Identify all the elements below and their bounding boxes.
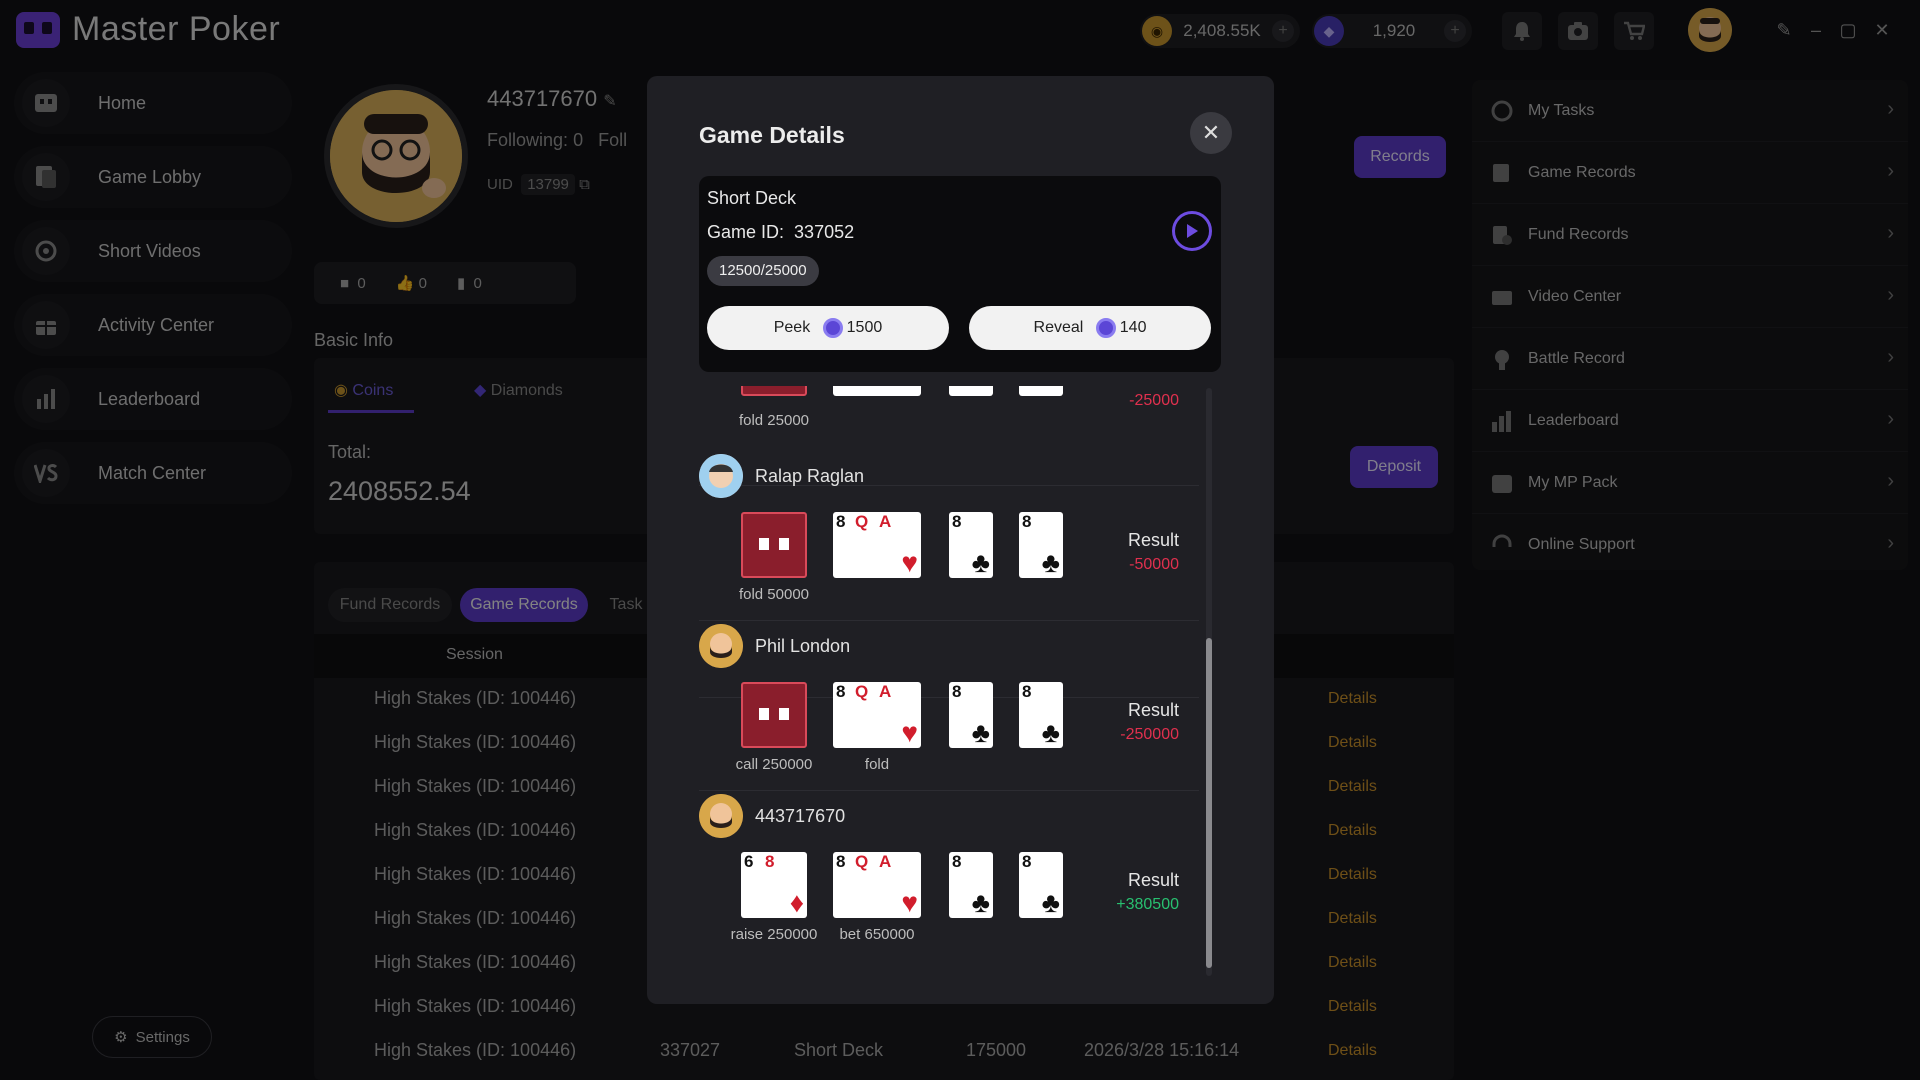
blinds-badge: 12500/25000 <box>707 256 819 286</box>
result-value: -250000 <box>1120 726 1179 743</box>
action-label: fold <box>864 756 890 773</box>
close-icon[interactable]: ✕ <box>1190 112 1232 154</box>
action-label: fold 50000 <box>738 586 810 603</box>
game-details-modal: Game Details ✕ Short Deck Game ID: 33705… <box>647 76 1274 1004</box>
result-label: Result <box>1127 700 1179 720</box>
card: 8 ♣ <box>949 512 993 578</box>
result-label: Result <box>1127 870 1179 890</box>
card <box>1019 386 1063 396</box>
board-cards <box>833 386 921 396</box>
result-value: -25000 <box>1129 392 1179 409</box>
game-type: Short Deck <box>707 188 797 208</box>
club-icon: ♣ <box>971 547 990 578</box>
heart-icon: ♥ <box>901 717 918 748</box>
card: 8 ♣ <box>949 682 993 748</box>
club-icon: ♣ <box>1041 887 1060 918</box>
player-row: Ralap Raglan 8 Q A ♥ 8 ♣ 8 ♣ fold 50000 Resul… <box>699 454 1199 624</box>
player-name: Ralap Raglan <box>755 466 865 486</box>
modal-title: Game Details <box>699 122 845 148</box>
board-cards: 8 Q A ♥ <box>833 512 921 578</box>
board-cards: 8 Q A ♥ <box>833 682 921 748</box>
result-label: Result <box>1127 530 1179 550</box>
card: 8 ♣ <box>1019 682 1063 748</box>
card-back <box>741 386 807 396</box>
card-back <box>741 682 807 748</box>
card: 8 ♣ <box>949 852 993 918</box>
result-value: -50000 <box>1129 556 1179 573</box>
result-value: +380500 <box>1116 896 1179 913</box>
player-row-self: 443717670 6 8 ♦ 8 Q A ♥ 8 ♣ 8 ♣ raise 250000 be… <box>699 794 1199 964</box>
player-row: Phil London 8 Q A ♥ 8 ♣ 8 ♣ call 250000 fold … <box>699 624 1199 794</box>
diamond-icon <box>1095 318 1116 338</box>
player-name: 443717670 <box>755 806 846 826</box>
action-label: fold 25000 <box>738 412 810 429</box>
diamond-icon <box>822 318 843 338</box>
play-replay-icon[interactable] <box>1172 211 1212 251</box>
player-avatar <box>699 454 743 498</box>
player-name: Phil London <box>755 636 851 656</box>
card <box>949 386 993 396</box>
player-avatar <box>699 624 743 668</box>
peek-button[interactable]: Peek 1500 <box>707 306 949 350</box>
action-label: raise 250000 <box>730 926 818 943</box>
club-icon: ♣ <box>1041 717 1060 748</box>
card: 8 ♣ <box>1019 512 1063 578</box>
heart-icon: ♥ <box>901 547 918 578</box>
scrollbar-thumb[interactable] <box>1206 638 1212 968</box>
hole-cards: 6 8 ♦ <box>741 852 807 918</box>
action-label: bet 650000 <box>839 926 915 943</box>
card: 8 ♣ <box>1019 852 1063 918</box>
club-icon: ♣ <box>971 887 990 918</box>
heart-icon: ♥ <box>901 887 918 918</box>
game-summary: Short Deck Game ID: 337052 12500/25000 P… <box>699 176 1221 372</box>
player-avatar <box>699 794 743 838</box>
reveal-button[interactable]: Reveal 140 <box>969 306 1211 350</box>
app-root: Master Poker ◉ 2,408.55K + ◆ 1,920 + ✎ –… <box>0 0 1920 1080</box>
club-icon: ♣ <box>1041 547 1060 578</box>
game-id: Game ID: 337052 <box>707 222 855 242</box>
board-cards: 8 Q A ♥ <box>833 852 921 918</box>
action-label: call 250000 <box>735 756 813 773</box>
club-icon: ♣ <box>971 717 990 748</box>
scrollbar[interactable] <box>1204 388 1214 978</box>
card-back <box>741 512 807 578</box>
diamond-suit-icon: ♦ <box>789 887 804 918</box>
